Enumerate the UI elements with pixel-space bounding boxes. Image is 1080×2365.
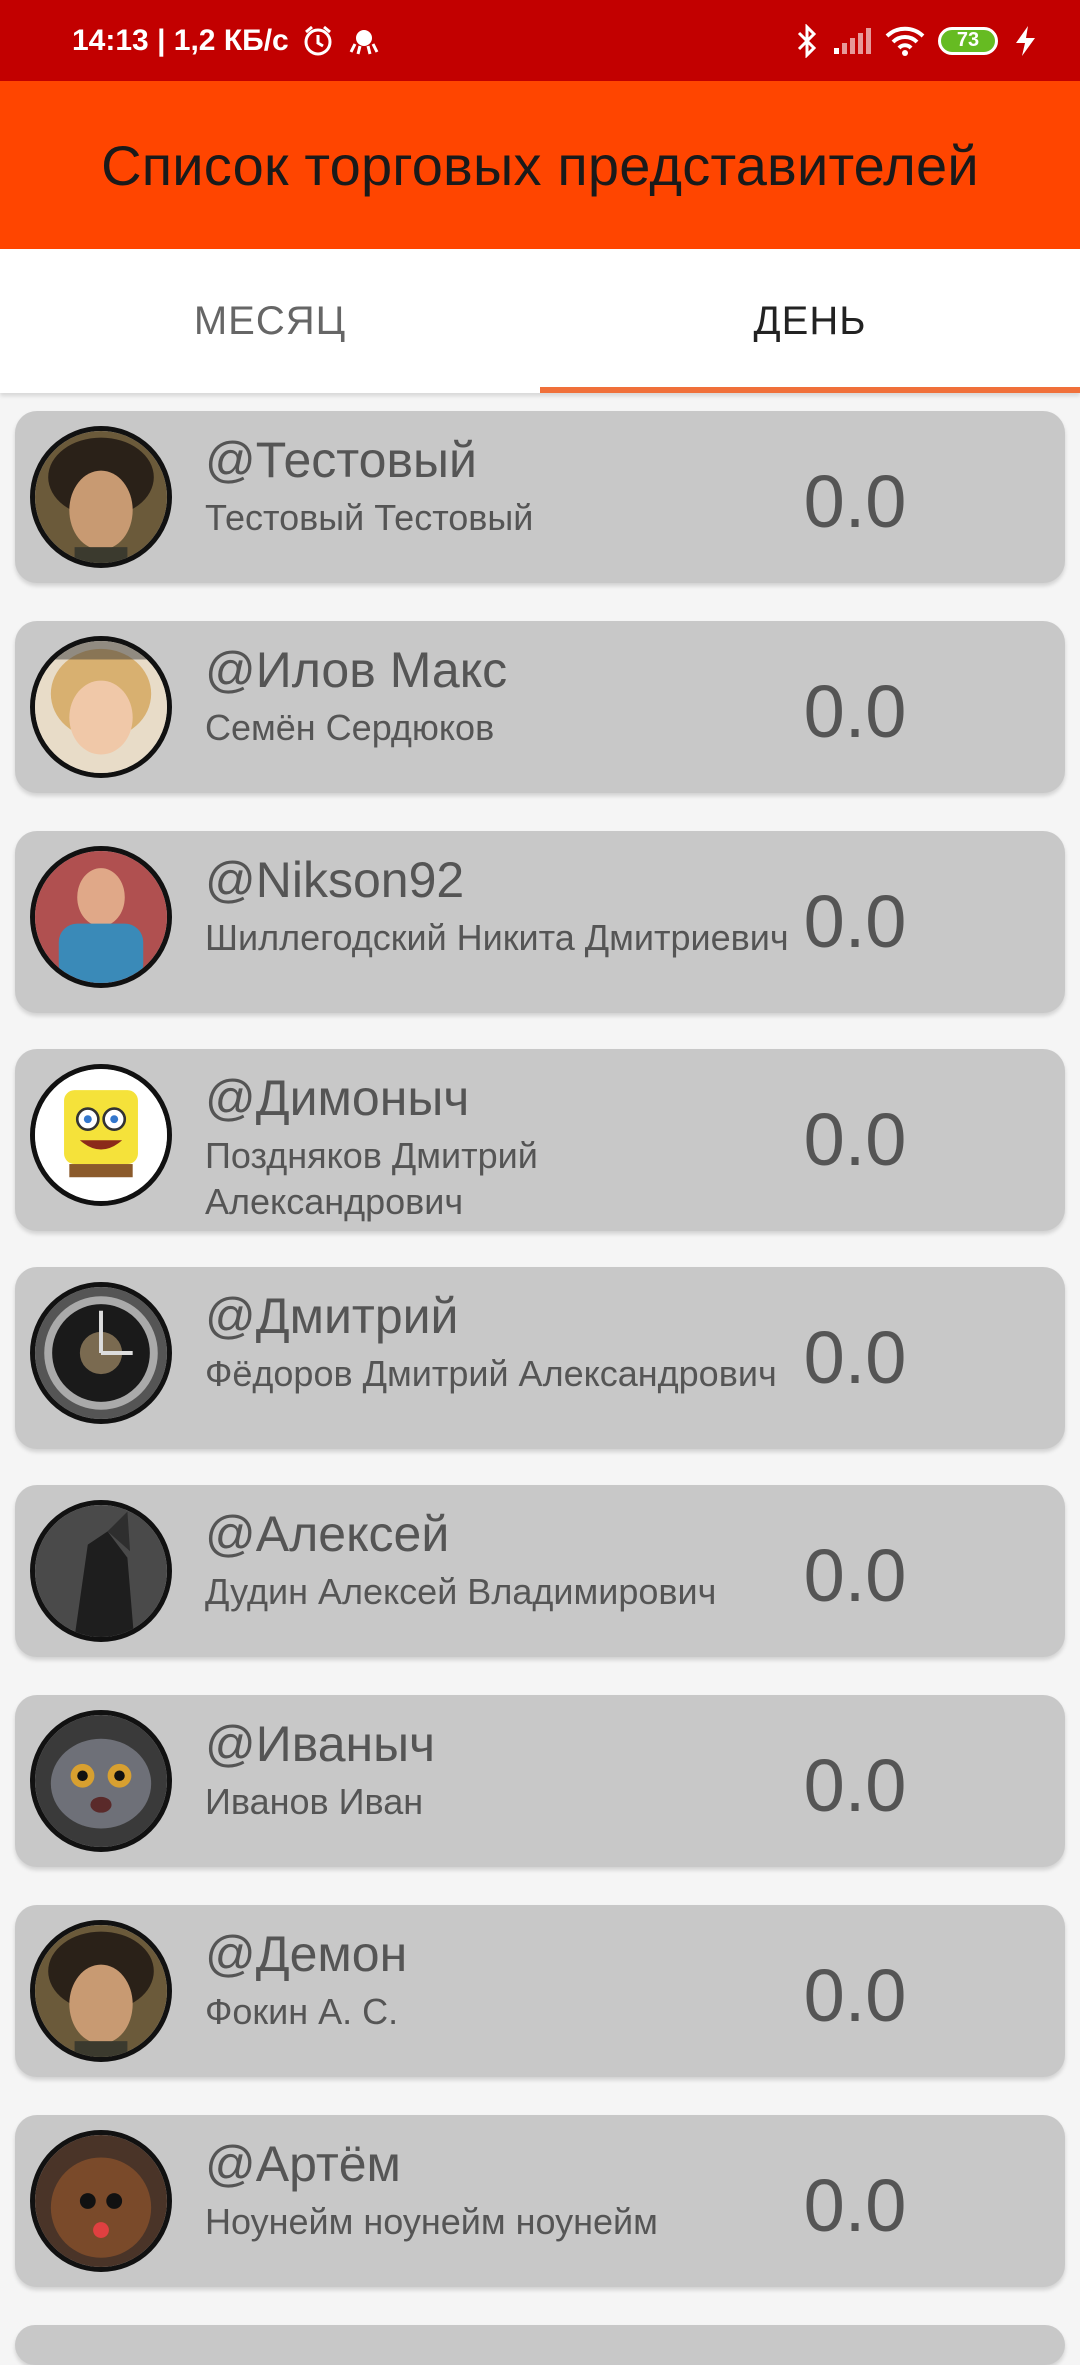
avatar <box>30 1064 172 1206</box>
rep-full-name: Шиллегодский Никита Дмитриевич <box>205 917 789 958</box>
tab-month[interactable]: МЕСЯЦ <box>0 249 540 393</box>
rep-card[interactable]: @Демон Фокин А. С. 0.0 <box>15 1905 1065 2077</box>
app-bar: Список торговых представителей <box>0 81 1080 249</box>
rep-card[interactable]: @Иваныч Иванов Иван 0.0 <box>15 1695 1065 1867</box>
tab-day[interactable]: ДЕНЬ <box>540 249 1080 393</box>
rep-full-name: Иванов Иван <box>205 1781 424 1822</box>
avatar <box>30 426 172 568</box>
rep-card[interactable]: @Артём Ноунейм ноунейм ноунейм 0.0 <box>15 2115 1065 2287</box>
rep-handle: @Nikson92 <box>205 852 465 908</box>
tab-bar: МЕСЯЦ ДЕНЬ <box>0 249 1080 393</box>
rep-score: 0.0 <box>803 670 907 753</box>
rep-card[interactable]: @Алексей Дудин Алексей Владимирович 0.0 <box>15 1485 1065 1657</box>
rep-full-name: Тестовый Тестовый <box>205 497 534 538</box>
rep-handle: @Дмитрий <box>205 1288 459 1344</box>
rep-score: 0.0 <box>803 1316 907 1399</box>
avatar <box>30 1710 172 1852</box>
alarm-icon <box>301 24 335 58</box>
rep-score: 0.0 <box>803 880 907 963</box>
rep-handle: @Димоныч <box>205 1070 470 1126</box>
rep-handle: @Иваныч <box>205 1716 436 1772</box>
rep-full-name: Ноунейм ноунейм ноунейм <box>205 2201 658 2242</box>
wifi-icon <box>884 25 926 57</box>
rep-card[interactable]: @Илов Макс Семён Сердюков 0.0 <box>15 621 1065 793</box>
avatar <box>30 1282 172 1424</box>
rep-full-name: Семён Сердюков <box>205 707 495 748</box>
rep-full-name: Поздняков Дмитрий Александрович <box>205 1135 538 1222</box>
rep-handle: @Артём <box>205 2136 401 2192</box>
rep-card[interactable]: @Димоныч Поздняков Дмитрий Александрович… <box>15 1049 1065 1231</box>
app-notification-icon <box>347 24 381 58</box>
bluetooth-icon <box>794 23 820 58</box>
rep-score: 0.0 <box>803 2164 907 2247</box>
avatar <box>30 846 172 988</box>
rep-score: 0.0 <box>803 1098 907 1181</box>
rep-score: 0.0 <box>803 1534 907 1617</box>
rep-score: 0.0 <box>803 460 907 543</box>
status-bar: 14:13 | 1,2 КБ/с 73 <box>0 0 1080 81</box>
rep-score: 0.0 <box>803 1744 907 1827</box>
rep-card[interactable]: @Nikson92 Шиллегодский Никита Дмитриевич… <box>15 831 1065 1013</box>
rep-handle: @Демон <box>205 1926 408 1982</box>
avatar <box>30 1500 172 1642</box>
avatar <box>30 2130 172 2272</box>
rep-full-name: Фокин А. С. <box>205 1991 399 2032</box>
rep-card[interactable]: @Тестовый Тестовый Тестовый 0.0 <box>15 411 1065 583</box>
rep-handle: @Алексей <box>205 1506 450 1562</box>
rep-score: 0.0 <box>803 1954 907 2037</box>
signal-icon <box>832 26 872 56</box>
rep-full-name: Дудин Алексей Владимирович <box>205 1571 717 1612</box>
status-time: 14:13 | 1,2 КБ/с <box>72 23 289 57</box>
rep-card[interactable]: @Дмитрий Фёдоров Дмитрий Александрович 0… <box>15 1267 1065 1449</box>
avatar <box>30 636 172 778</box>
rep-handle: @Тестовый <box>205 432 477 488</box>
rep-handle: @Илов Макс <box>205 642 508 698</box>
rep-full-name: Фёдоров Дмитрий Александрович <box>205 1353 777 1394</box>
avatar <box>30 1920 172 2062</box>
rep-card[interactable] <box>15 2325 1065 2365</box>
charging-icon <box>1010 24 1040 58</box>
battery-icon: 73 <box>938 26 998 55</box>
page-title: Список торговых представителей <box>101 133 979 197</box>
